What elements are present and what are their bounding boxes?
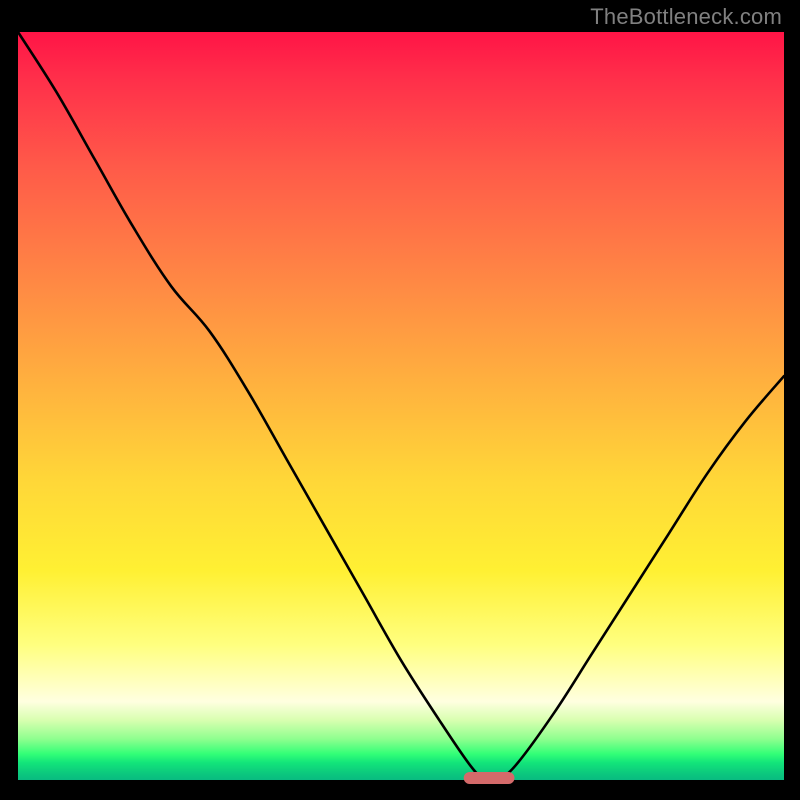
- bottleneck-curve: [18, 32, 784, 782]
- chart-area: [18, 32, 784, 780]
- attribution-text: TheBottleneck.com: [590, 4, 782, 30]
- chart-svg: [18, 32, 784, 780]
- optimum-marker: [464, 773, 514, 784]
- outer-frame: TheBottleneck.com: [0, 0, 800, 800]
